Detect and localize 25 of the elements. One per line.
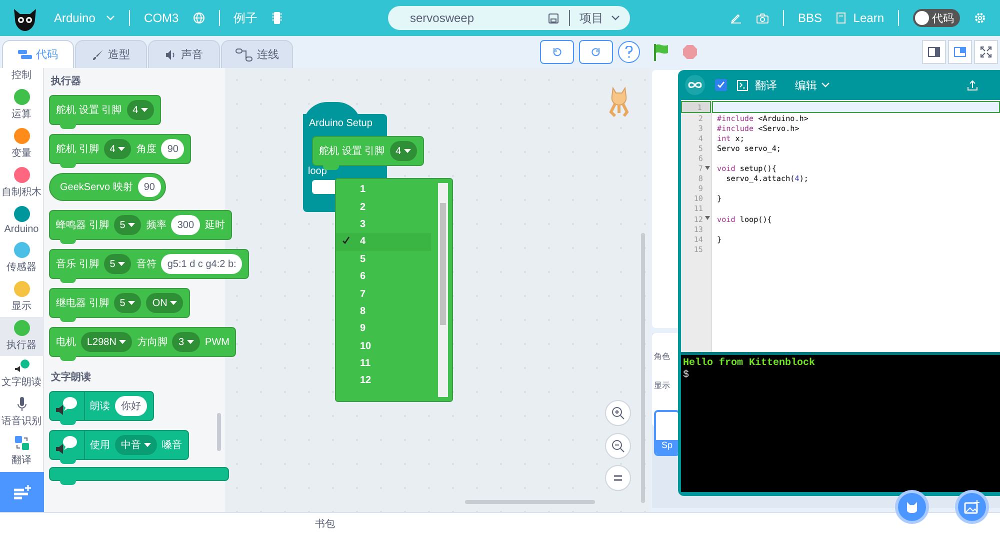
palette-heading: 执行器 (51, 74, 82, 88)
block-label: 角度 (136, 142, 156, 156)
block-label: 朗读 (90, 400, 110, 413)
block-label: Arduino Setup (309, 118, 372, 129)
block-label: PWM (205, 336, 230, 348)
field-label: 显示 (654, 380, 671, 391)
block-label: loop (308, 166, 327, 177)
console-line: Hello from Kittenblock (683, 358, 816, 369)
block-label: 舵机 设置 引脚 (56, 104, 122, 117)
block-label: 继电器 引脚 (56, 296, 109, 310)
palette-heading: 文字朗读 (51, 370, 92, 384)
block-label: GeekServo 映射 (60, 180, 133, 194)
block-label: 延时 (205, 218, 226, 232)
block-label: 频率 (146, 218, 166, 232)
block-label: 电机 (56, 336, 76, 349)
block-label: 嗓音 (162, 438, 182, 452)
block-label: 舵机 设置 引脚 (319, 144, 385, 158)
block-label: 方向脚 (137, 336, 168, 349)
block-label: 使用 (90, 439, 110, 452)
block-label: 蜂鸣器 引脚 (56, 218, 109, 232)
block-label: 舵机 引脚 (56, 142, 99, 156)
block-label: 音乐 引脚 (56, 258, 99, 271)
field-label: 角色 (654, 351, 671, 362)
block-label: 音符 (136, 258, 156, 271)
console-line: $ (683, 370, 690, 381)
